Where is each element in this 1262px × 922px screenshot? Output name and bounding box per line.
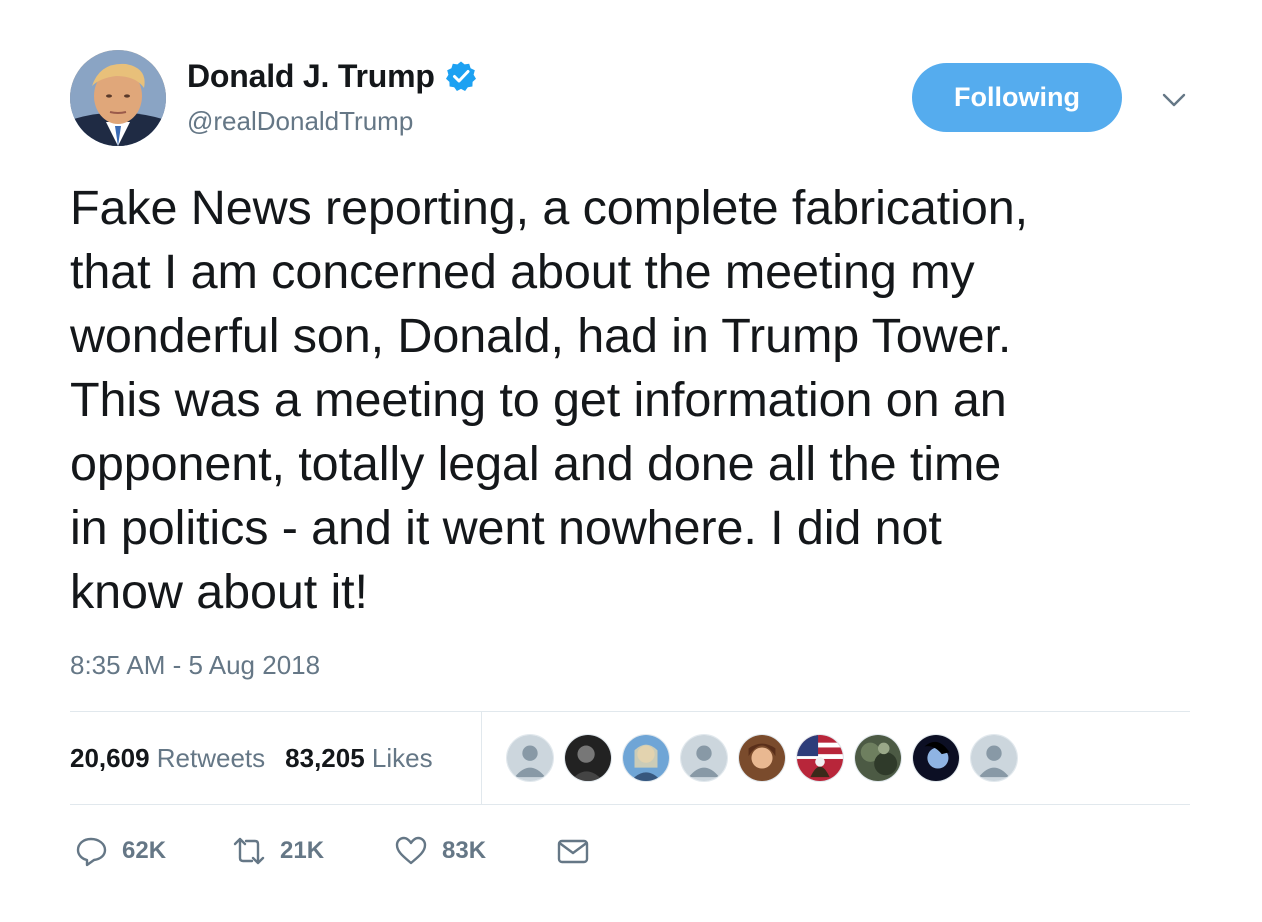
divider-bottom (70, 804, 1190, 805)
reply-count: 62K (122, 837, 167, 864)
reply-icon (76, 837, 107, 867)
retweet-count: 21K (280, 837, 325, 864)
chevron-down-icon[interactable] (1160, 86, 1188, 114)
liker-avatar[interactable] (680, 734, 728, 782)
liker-avatar[interactable] (564, 734, 612, 782)
retweets-stat[interactable]: 20,609 Retweets (70, 743, 265, 774)
liker-avatar[interactable] (506, 734, 554, 782)
liker-avatar[interactable] (738, 734, 786, 782)
liker-avatar[interactable] (796, 734, 844, 782)
avatar-portrait (70, 50, 166, 146)
tweet-actions: 62K 21K 83K (74, 828, 604, 874)
likes-count: 83,205 (285, 742, 365, 773)
author-display-name[interactable]: Donald J. Trump (187, 58, 435, 95)
likes-stat[interactable]: 83,205 Likes (285, 743, 432, 774)
retweets-count: 20,609 (70, 742, 150, 773)
verified-badge-icon (445, 61, 476, 91)
liker-avatar[interactable] (854, 734, 902, 782)
heart-icon (395, 836, 427, 865)
liker-avatar[interactable] (970, 734, 1018, 782)
author-handle[interactable]: @realDonaldTrump (187, 106, 413, 137)
liker-avatar[interactable] (622, 734, 670, 782)
like-count: 83K (442, 837, 487, 864)
author-name-row[interactable]: Donald J. Trump (187, 56, 477, 96)
liker-avatar[interactable] (912, 734, 960, 782)
envelope-icon (557, 839, 589, 864)
liker-avatars (506, 734, 1028, 782)
following-button[interactable]: Following (912, 63, 1122, 132)
retweets-label: Retweets (156, 742, 266, 773)
likes-label: Likes (371, 742, 433, 773)
retweet-icon (233, 837, 265, 865)
reply-button[interactable]: 62K (74, 834, 232, 868)
retweet-button[interactable]: 21K (232, 834, 394, 868)
stats-vertical-divider (481, 712, 482, 804)
like-button[interactable]: 83K (394, 834, 556, 868)
direct-message-button[interactable] (556, 834, 604, 868)
avatar[interactable] (70, 50, 166, 146)
tweet-timestamp[interactable]: 8:35 AM - 5 Aug 2018 (70, 650, 320, 681)
tweet-stats: 20,609 Retweets 83,205 Likes (70, 712, 453, 804)
tweet-text: Fake News reporting, a complete fabricat… (70, 181, 1028, 619)
